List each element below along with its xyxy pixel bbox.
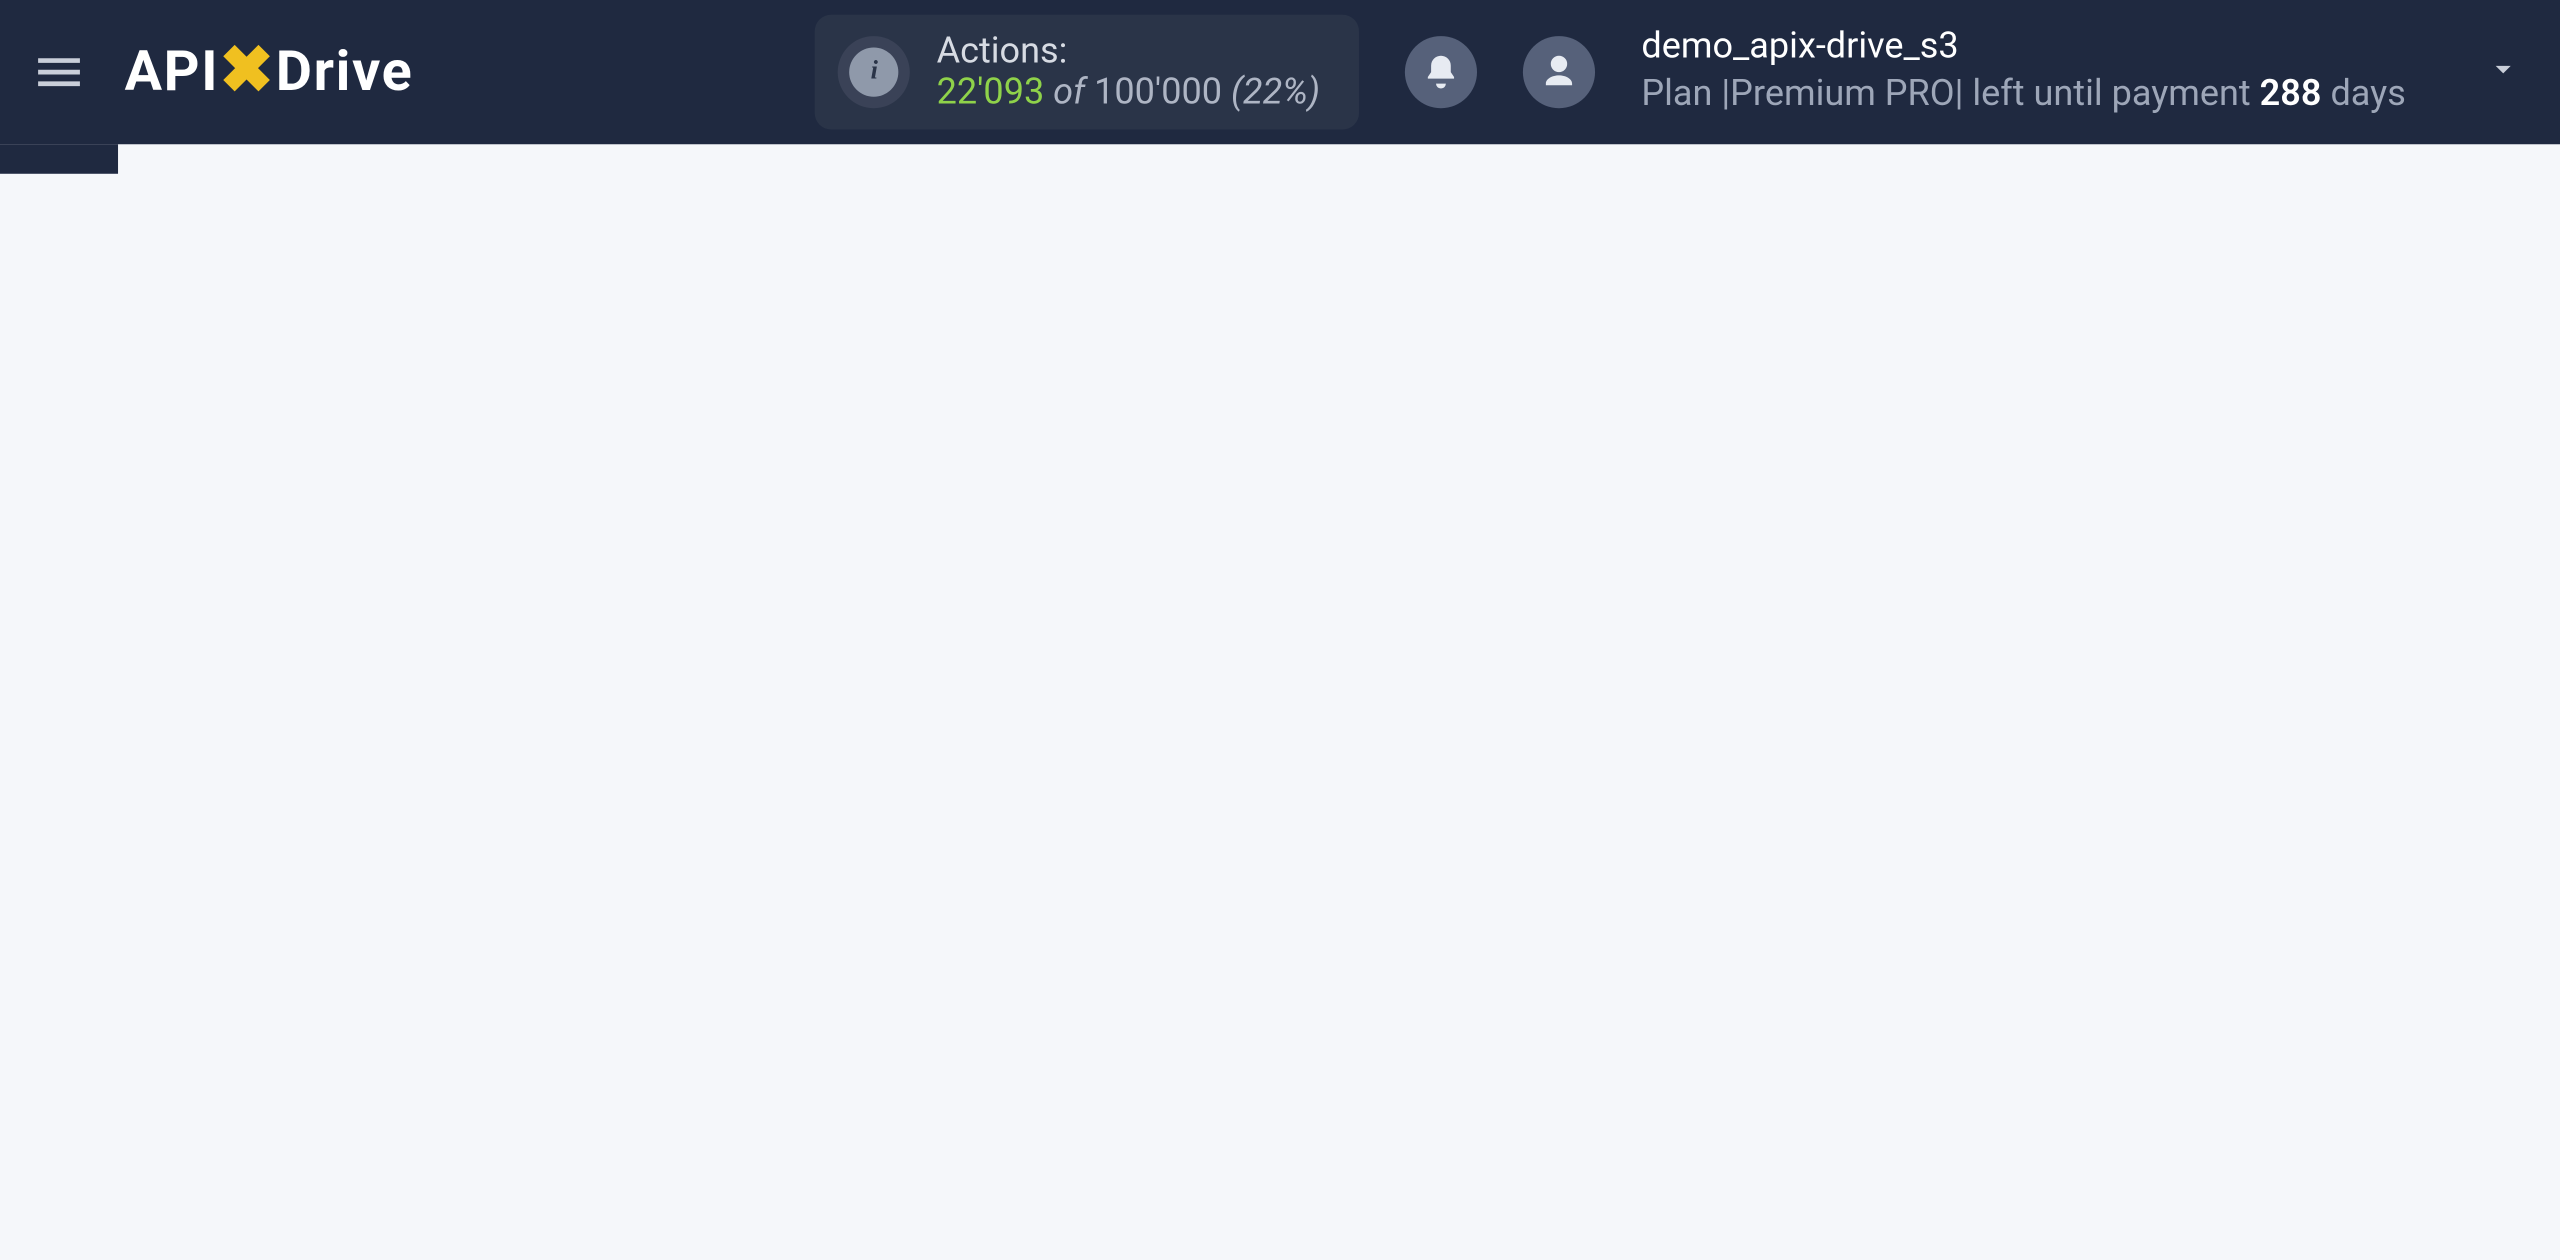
actions-total: 100'000	[1094, 72, 1222, 113]
actions-indicator[interactable]: i Actions: 22'093 of 100'000 (22%)	[815, 15, 1359, 130]
left-sidebar	[0, 144, 118, 174]
actions-of: of	[1044, 72, 1094, 113]
logo-x-icon: ✖	[219, 30, 276, 107]
hamburger-icon	[31, 44, 87, 100]
top-bar: API✖Drive i Actions: 22'093 of 100'000 (…	[0, 0, 2560, 144]
user-avatar[interactable]	[1523, 36, 1595, 108]
actions-percent: (22%)	[1231, 72, 1320, 113]
notifications-button[interactable]	[1405, 36, 1477, 108]
chevron-down-icon	[2485, 51, 2521, 87]
user-name: demo_apix-drive_s3	[1641, 25, 2405, 72]
logo-text-api: API	[125, 39, 220, 105]
user-days: 288	[2260, 74, 2322, 115]
info-icon: i	[838, 36, 910, 108]
user-days-suffix: days	[2322, 74, 2406, 115]
user-info[interactable]: demo_apix-drive_s3 Plan |Premium PRO| le…	[1641, 25, 2405, 119]
actions-body: Actions: 22'093 of 100'000 (22%)	[937, 31, 1320, 113]
actions-used: 22'093	[937, 72, 1045, 113]
menu-toggle-button[interactable]	[0, 44, 118, 100]
user-plan: Plan |Premium PRO| left until payment	[1641, 74, 2259, 115]
actions-label: Actions:	[937, 31, 1320, 72]
bell-icon	[1422, 52, 1461, 91]
header-right: i Actions: 22'093 of 100'000 (22%) demo_…	[815, 15, 2520, 130]
main-content: Connection Main / Connections / GOOGLE S…	[118, 144, 2560, 193]
user-menu-toggle[interactable]	[2485, 51, 2521, 94]
logo[interactable]: API✖Drive	[125, 34, 414, 111]
logo-text-drive: Drive	[276, 39, 414, 105]
user-icon	[1540, 52, 1579, 91]
